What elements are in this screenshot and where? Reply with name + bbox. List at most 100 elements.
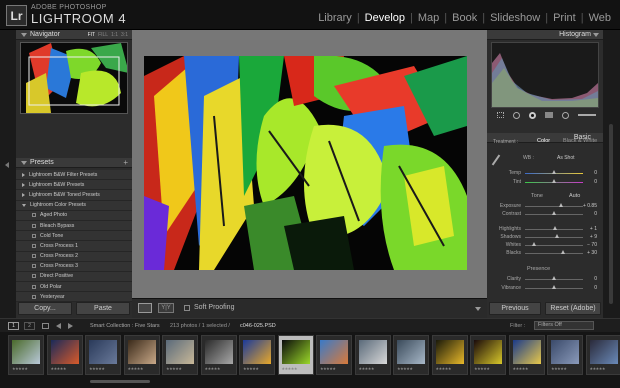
filmstrip-thumbnail[interactable]: ★★★★★ [277,335,314,375]
module-map[interactable]: Map [413,12,444,24]
rating-stars[interactable]: ★★★★★ [359,366,375,371]
rating-stars[interactable]: ★★★★★ [551,366,567,371]
filename[interactable]: c046-025.PSD [240,323,276,329]
rating-stars[interactable]: ★★★★★ [513,366,529,371]
exposure-slider-row[interactable]: Exposure + 0.85 [489,203,601,211]
preset-item[interactable]: Cross Process 1 [16,241,132,252]
treatment-bw-button[interactable]: Black & White [563,138,597,144]
crop-icon[interactable] [497,112,504,118]
whites-value[interactable]: − 70 [587,242,597,248]
preset-item[interactable]: Aged Photo [16,210,132,221]
back-arrow-icon[interactable] [56,323,61,329]
rating-stars[interactable]: ★★★★★ [166,366,182,371]
filmstrip-thumbnail[interactable]: ★★★★★ [200,335,237,375]
tint-slider-row[interactable]: Tint 0 [489,179,601,187]
preset-item[interactable]: Cold Tone [16,231,132,242]
histogram-header[interactable]: Histogram [487,30,603,40]
rating-stars[interactable]: ★★★★★ [320,366,336,371]
preset-folder[interactable]: Lightroom Color Presets [16,200,132,211]
page-1-button[interactable]: 1 [8,322,19,330]
clarity-slider-row[interactable]: Clarity 0 [489,276,601,284]
presets-header[interactable]: Presets + [16,158,132,168]
radial-filter-icon[interactable] [562,111,569,119]
module-slideshow[interactable]: Slideshow [485,12,545,24]
tint-value[interactable]: 0 [594,179,597,185]
temp-value[interactable]: 0 [594,170,597,176]
clarity-knob[interactable] [552,276,556,280]
rating-stars[interactable]: ★★★★★ [474,366,490,371]
photo-canvas[interactable] [132,30,487,298]
preset-item[interactable]: Bleach Bypass [16,220,132,232]
contrast-slider-row[interactable]: Contrast 0 [489,211,601,219]
preset-item[interactable]: Cross Process 3 [16,261,132,272]
tone-auto-button[interactable]: Auto [569,193,580,199]
right-panel-gutter[interactable] [603,30,620,318]
zoom-fit[interactable]: FIT [88,32,96,38]
preset-item[interactable]: Yesteryear [16,292,132,303]
rating-stars[interactable]: ★★★★★ [89,366,105,371]
rating-stars[interactable]: ★★★★★ [205,366,221,371]
copy-button[interactable]: Copy... [18,302,72,315]
source-label[interactable]: Smart Collection : Five Stars [90,323,160,329]
spot-removal-icon[interactable] [513,111,520,119]
filmstrip-thumbnail[interactable]: ★★★★★ [354,335,391,375]
shadows-knob[interactable] [554,234,559,238]
module-book[interactable]: Book [447,12,482,24]
filter-select[interactable]: Filters Off [534,321,594,330]
contrast-value[interactable]: 0 [594,211,597,217]
filmstrip-thumbnail[interactable]: ★★★★★ [508,335,545,375]
adjustment-brush-icon[interactable] [578,114,596,116]
rating-stars[interactable]: ★★★★★ [128,366,144,371]
preset-item[interactable]: Cross Process 2 [16,251,132,262]
filmstrip-thumbnail[interactable]: ★★★★★ [8,335,44,375]
filmstrip-thumbnail[interactable]: ★★★★★ [46,335,83,375]
temp-slider-row[interactable]: Temp 0 [489,170,601,178]
highlights-value[interactable]: + 1 [590,226,597,232]
previous-button[interactable]: Previous [489,302,541,315]
graduated-filter-icon[interactable] [545,112,553,118]
filmstrip-thumbnail[interactable]: ★★★★★ [239,335,275,375]
rating-stars[interactable]: ★★★★★ [243,366,259,371]
whites-knob[interactable] [531,242,536,246]
exposure-knob[interactable] [558,203,563,207]
blacks-value[interactable]: + 30 [587,250,597,256]
wb-eyedropper-icon[interactable] [491,154,501,166]
shadows-slider-row[interactable]: Shadows + 9 [489,234,601,242]
before-after-icon[interactable]: Y|Y [158,303,174,313]
zoom-3-1[interactable]: 3:1 [121,32,128,38]
preset-folder[interactable]: Lightroom B&W Toned Presets [16,190,132,201]
vibrance-slider-row[interactable]: Vibrance 0 [489,285,601,293]
clarity-value[interactable]: 0 [594,276,597,282]
treatment-color-button[interactable]: Color [537,138,550,144]
filmstrip-thumbnail[interactable]: ★★★★★ [85,335,121,375]
loupe-view-icon[interactable] [138,303,152,313]
zoom-fill[interactable]: FILL [98,32,108,38]
paste-button[interactable]: Paste [76,302,130,315]
wb-select[interactable]: As Shot [557,155,575,161]
reset-button[interactable]: Reset (Adobe) [545,302,601,315]
left-panel-gutter[interactable] [0,30,16,318]
rating-stars[interactable]: ★★★★★ [282,366,298,371]
highlights-knob[interactable] [553,226,558,230]
vibrance-value[interactable]: 0 [594,285,597,291]
blacks-knob[interactable] [560,250,565,254]
preset-folder[interactable]: Lightroom B&W Filter Presets [16,170,132,181]
rating-stars[interactable]: ★★★★★ [590,366,606,371]
temp-knob[interactable] [552,170,556,174]
toolbar-menu-icon[interactable] [475,307,481,311]
preset-item[interactable]: Direct Positive [16,271,132,283]
blacks-slider-row[interactable]: Blacks + 30 [489,250,601,258]
vibrance-knob[interactable] [552,285,556,289]
module-web[interactable]: Web [584,12,616,24]
add-preset-icon[interactable]: + [123,158,128,167]
module-print[interactable]: Print [548,12,581,24]
filmstrip-scrollbar[interactable] [90,380,150,383]
filmstrip-thumbnail[interactable]: ★★★★★ [123,335,160,375]
histogram[interactable] [491,42,599,108]
rating-stars[interactable]: ★★★★★ [12,366,28,371]
preset-folder[interactable]: Lightroom B&W Presets [16,180,132,191]
tint-knob[interactable] [552,179,556,183]
exposure-value[interactable]: + 0.85 [583,203,597,209]
blacks-slider[interactable] [525,253,583,254]
module-library[interactable]: Library [313,12,357,24]
